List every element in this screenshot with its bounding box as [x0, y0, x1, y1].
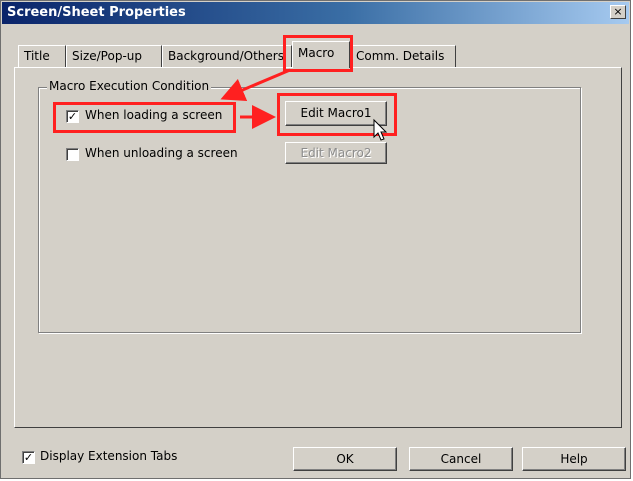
annotation-arrow-to-group: [220, 68, 291, 102]
annotation-overlay: [220, 68, 388, 141]
mouse-cursor-icon: [373, 118, 388, 141]
